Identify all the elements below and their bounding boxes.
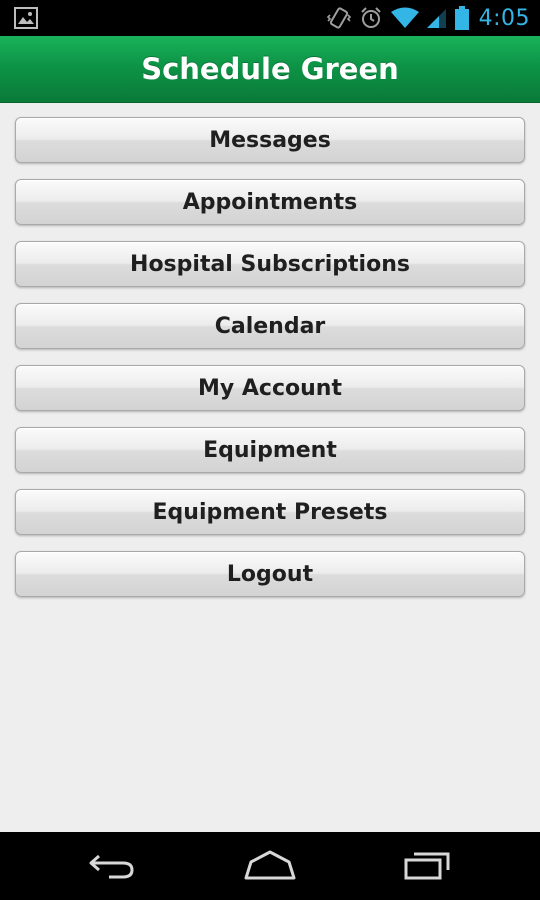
recent-apps-button[interactable] <box>398 850 458 884</box>
equipment-button[interactable]: Equipment <box>15 427 525 473</box>
back-button[interactable] <box>82 850 142 884</box>
main-menu: Messages Appointments Hospital Subscript… <box>15 117 525 613</box>
wifi-icon <box>390 7 419 29</box>
app-title: Schedule Green <box>141 52 399 86</box>
home-icon <box>243 850 297 884</box>
calendar-button[interactable]: Calendar <box>15 303 525 349</box>
appointments-button[interactable]: Appointments <box>15 179 525 225</box>
app-header: Schedule Green <box>0 36 540 103</box>
messages-button[interactable]: Messages <box>15 117 525 163</box>
hospital-subscriptions-button[interactable]: Hospital Subscriptions <box>15 241 525 287</box>
my-account-button[interactable]: My Account <box>15 365 525 411</box>
alarm-icon <box>359 6 383 30</box>
equipment-presets-button[interactable]: Equipment Presets <box>15 489 525 535</box>
home-button[interactable] <box>240 850 300 884</box>
vibrate-icon <box>326 6 351 30</box>
battery-icon <box>454 6 469 30</box>
status-icons: 4:05 <box>326 0 530 36</box>
recent-apps-icon <box>402 850 454 884</box>
image-notification-icon <box>14 7 38 29</box>
navigation-bar <box>0 832 540 900</box>
signal-icon <box>426 7 447 29</box>
logout-button[interactable]: Logout <box>15 551 525 597</box>
back-icon <box>87 850 137 884</box>
status-time: 4:05 <box>478 5 530 31</box>
status-bar: 4:05 <box>0 0 540 36</box>
